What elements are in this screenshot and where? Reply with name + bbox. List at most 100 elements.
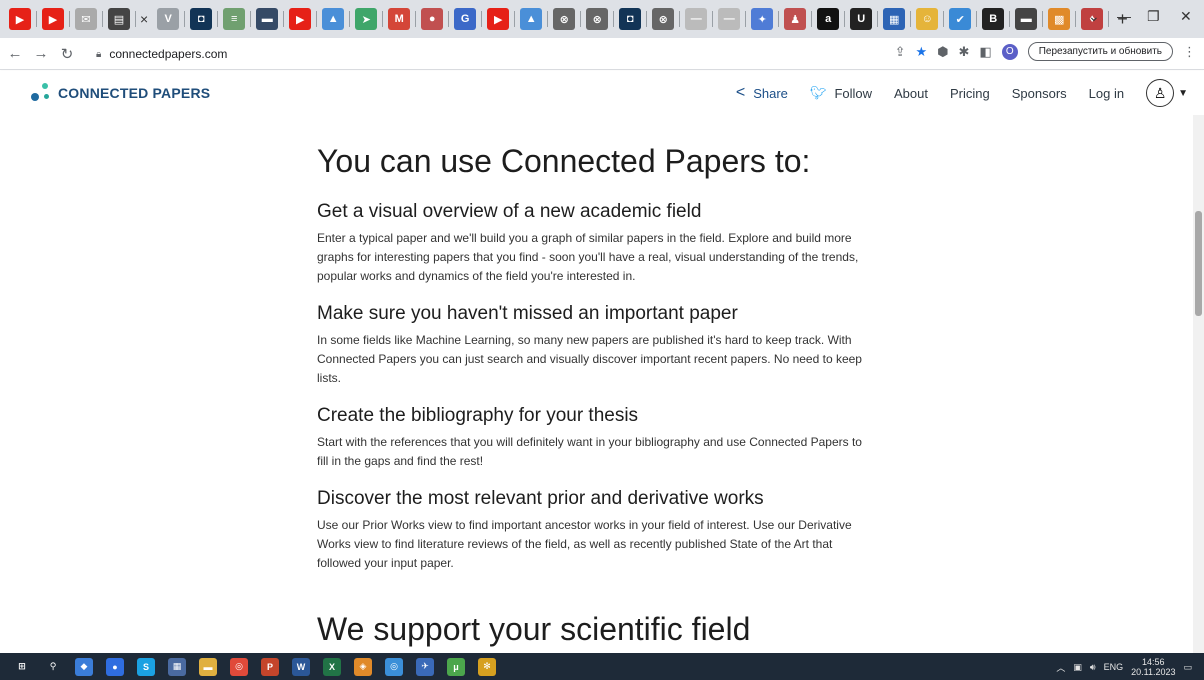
book-icon[interactable]: ▤: [108, 8, 130, 30]
forward-icon[interactable]: →: [30, 45, 52, 62]
square-icon[interactable]: ◘: [190, 8, 213, 30]
gmail-icon[interactable]: M: [388, 8, 411, 30]
word-icon[interactable]: W: [292, 657, 310, 676]
tab-separator: [712, 11, 714, 27]
smile-icon[interactable]: ☺: [916, 8, 939, 30]
share-link[interactable]: < Share: [736, 84, 788, 102]
scrollbar-thumb[interactable]: [1195, 211, 1202, 316]
tab-separator: [1075, 11, 1077, 27]
amazon-icon[interactable]: a: [817, 8, 840, 30]
caret-down-icon[interactable]: ▼: [1178, 88, 1188, 99]
close-icon[interactable]: ×: [140, 11, 148, 27]
sparkle-icon[interactable]: ✦: [751, 8, 774, 30]
person-icon[interactable]: ♟: [784, 8, 807, 30]
g-icon[interactable]: G: [454, 8, 477, 30]
back-icon[interactable]: ←: [4, 45, 26, 62]
description-line: popular works and dynamics of the field …: [317, 269, 636, 283]
follow-link[interactable]: 🐦︎ Follow: [810, 85, 872, 101]
tab-separator: [349, 11, 351, 27]
check-icon[interactable]: ✔: [949, 8, 972, 30]
user-menu-icon[interactable]: ♙: [1146, 79, 1175, 107]
app-icon[interactable]: ●: [106, 657, 124, 676]
doc-icon[interactable]: —: [718, 8, 741, 30]
login-link[interactable]: Log in: [1089, 86, 1124, 101]
chrome-icon[interactable]: ◎: [385, 657, 403, 676]
gmail-icon[interactable]: ✉: [75, 8, 97, 30]
restart-update-button[interactable]: Перезапустить и обновить: [1027, 42, 1173, 61]
chrome-icon[interactable]: ◎: [230, 657, 248, 676]
tab-separator: [943, 11, 945, 27]
pricing-link[interactable]: Pricing: [950, 86, 990, 101]
follow-label: Follow: [834, 85, 873, 101]
skype-icon[interactable]: S: [137, 657, 155, 676]
notifications-icon[interactable]: ▭: [1183, 662, 1192, 673]
tab-separator: [745, 11, 747, 27]
site-logo[interactable]: CONNECTED PAPERS: [30, 82, 210, 104]
language-indicator[interactable]: ENG: [1104, 662, 1124, 672]
b-icon[interactable]: B: [982, 8, 1005, 30]
tab-separator: [316, 11, 318, 27]
u-icon[interactable]: U: [850, 8, 873, 30]
excel-icon[interactable]: X: [323, 657, 341, 676]
image-icon[interactable]: ▩: [1048, 8, 1071, 30]
youtube-icon[interactable]: ▶: [9, 8, 31, 30]
extension-icon[interactable]: ⬢: [937, 44, 948, 60]
feature-description: In some fields like Machine Learning, so…: [317, 331, 887, 388]
youtube-icon[interactable]: ▶: [42, 8, 64, 30]
circle-icon[interactable]: ⊗: [586, 8, 609, 30]
close-window-icon[interactable]: ✕: [1180, 8, 1192, 25]
browser-toolbar: ← → ↻ 🔒︎ connectedpapers.com ⇪ ★ ⬢ ✱ ◧ O…: [0, 38, 1204, 70]
address-bar[interactable]: 🔒︎ connectedpapers.com: [96, 42, 956, 66]
bookmark-star-icon[interactable]: ★: [916, 44, 928, 60]
powerpoint-icon[interactable]: P: [261, 657, 279, 676]
sidepanel-icon[interactable]: ◧: [979, 44, 991, 60]
tab-separator: [811, 11, 813, 27]
youtube-icon[interactable]: ▶: [289, 8, 312, 30]
clock[interactable]: 14:56 20.11.2023: [1131, 657, 1175, 677]
search-icon[interactable]: ⚲: [44, 657, 62, 676]
utorrent-icon[interactable]: μ: [447, 657, 465, 676]
tab-separator: [283, 11, 285, 27]
chevron-down-icon[interactable]: ⌄: [1088, 8, 1100, 25]
sponsors-link[interactable]: Sponsors: [1012, 86, 1067, 101]
menu-kebab-icon[interactable]: ⋮: [1183, 44, 1196, 60]
circle-icon[interactable]: ⊗: [553, 8, 576, 30]
windows-start-icon[interactable]: ⊞: [13, 657, 31, 676]
volume-icon[interactable]: 🔊︎: [1090, 662, 1096, 673]
chart-icon[interactable]: ▦: [883, 8, 906, 30]
calculator-icon[interactable]: ▦: [168, 657, 186, 676]
tab-separator: [415, 11, 417, 27]
clock-time: 14:56: [1142, 657, 1165, 667]
graduation-icon[interactable]: ▲: [322, 8, 345, 30]
doc-icon[interactable]: —: [685, 8, 708, 30]
app-icon[interactable]: ◈: [354, 657, 372, 676]
youtube-icon[interactable]: ▶: [487, 8, 510, 30]
share-page-icon[interactable]: ⇪: [895, 44, 906, 60]
profile-avatar[interactable]: O: [1001, 43, 1018, 60]
restore-icon[interactable]: ❐: [1147, 8, 1160, 25]
reload-icon[interactable]: ↻: [56, 45, 78, 63]
scrollbar[interactable]: [1193, 115, 1204, 653]
graduation-icon[interactable]: ▲: [520, 8, 543, 30]
arrow-icon[interactable]: ➤: [355, 8, 378, 30]
about-link[interactable]: About: [894, 86, 928, 101]
circle-icon[interactable]: ⊗: [652, 8, 675, 30]
circle-icon[interactable]: ●: [421, 8, 444, 30]
network-icon[interactable]: ▣: [1073, 662, 1082, 673]
print-icon[interactable]: ▬: [1015, 8, 1038, 30]
tray-chevron-icon[interactable]: ︿: [1056, 661, 1065, 674]
description-line: In some fields like Machine Learning, so…: [317, 333, 852, 347]
feature-description: Start with the references that you will …: [317, 433, 887, 471]
v-icon[interactable]: V: [157, 8, 180, 30]
app-icon[interactable]: ◆: [75, 657, 93, 676]
app-icon[interactable]: ✈: [416, 657, 434, 676]
description-line: fill in the gaps and find the rest!: [317, 454, 484, 468]
puzzle-icon[interactable]: ✱: [959, 44, 970, 60]
brand-name: CONNECTED PAPERS: [58, 85, 211, 101]
gear-icon[interactable]: ✻: [478, 657, 496, 676]
minimize-icon[interactable]: —: [1117, 8, 1131, 24]
image-icon[interactable]: ≡: [223, 8, 246, 30]
print-icon[interactable]: ▬: [256, 8, 279, 30]
square-icon[interactable]: ◘: [619, 8, 642, 30]
folder-icon[interactable]: ▬: [199, 657, 217, 676]
